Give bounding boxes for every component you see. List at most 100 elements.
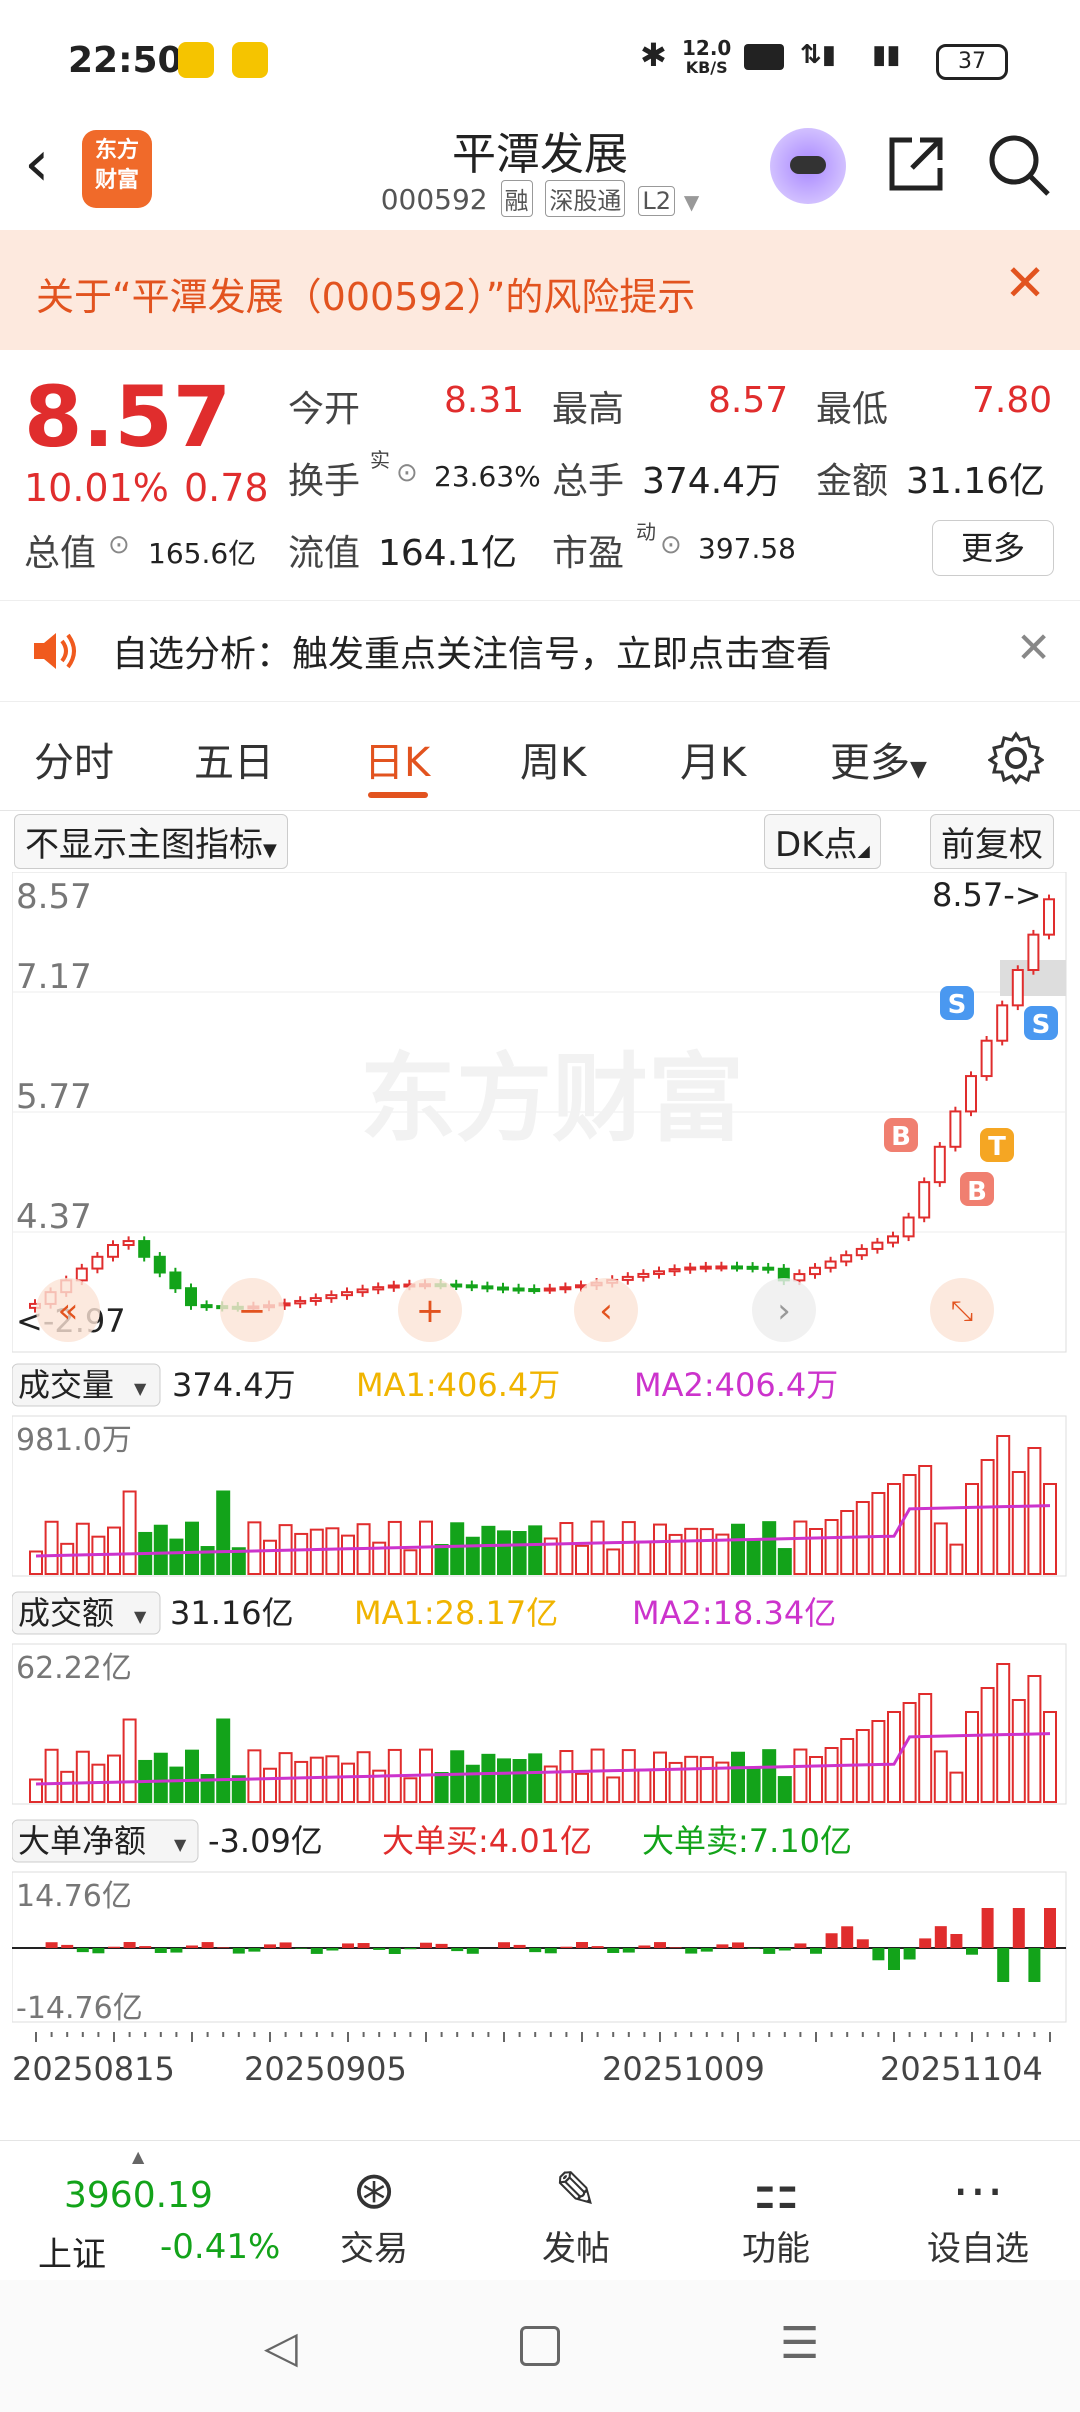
grid-icon: ⚏ [752,2161,800,2221]
tab-weekly-k[interactable]: 周K [520,730,586,788]
gear-icon[interactable] [988,730,1044,786]
tab-monthly-k[interactable]: 月K [680,730,746,788]
volume-bar [746,1540,761,1575]
share-icon[interactable] [884,132,948,196]
candle-body [621,1275,634,1281]
network-speed-value: 12.0 [682,36,732,60]
network-speed: 12.0 KB/S [682,38,731,78]
signal-notice[interactable]: 自选分析：触发重点关注信号，立即点击查看 ✕ [0,600,1080,702]
volume-bar [528,1525,543,1576]
nav-add-watchlist[interactable]: ⋯ 设自选 [918,2161,1038,2270]
more-circle-icon: ⋯ [952,2161,1004,2221]
info-icon[interactable]: ⊙ [108,530,130,560]
volume-bar [247,1749,262,1804]
volume-bar [699,1528,714,1575]
expand-arrow-icon[interactable]: ▲ [132,2147,144,2166]
indicator-bar: 不显示主图指标▼ DK点◢ 前复权 [0,810,1080,870]
candle-body [341,1291,353,1297]
svg-text:S: S [1032,1010,1051,1040]
nav-post[interactable]: ✎ 发帖 [516,2161,636,2270]
volume-bar [107,1754,121,1803]
current-price: 8.57 [24,368,232,466]
search-icon[interactable] [986,132,1052,198]
volume-bar [949,1543,964,1575]
y-label-2: 7.17 [16,957,92,997]
volume-bar [216,1490,231,1575]
price-adjust-button[interactable]: 前复权 [930,814,1054,869]
volume-label: 总手 [552,461,625,502]
tab-five-day[interactable]: 五日 [194,730,274,788]
info-icon[interactable]: ⊙ [660,530,682,560]
close-icon[interactable]: ✕ [1004,254,1046,312]
nav-function[interactable]: ⚏ 功能 [716,2161,836,2270]
nav-back-icon[interactable]: ◁ [264,2322,298,2373]
network-speed-unit: KB/S [685,58,728,77]
info-icon[interactable]: ⊙ [396,458,418,488]
quote-panel: 8.57 10.01% 0.78 今开 8.31 最高 8.57 最低 7.80… [0,350,1080,600]
flow-bar [591,1946,604,1948]
nav-home-icon[interactable] [520,2326,560,2366]
volume-bar [965,1711,979,1803]
flow-bar [154,1948,167,1953]
date-label-3: 20251009 [602,2050,765,2088]
svg-text:B: B [891,1122,911,1152]
candle-body [871,1241,884,1250]
flow-bar [638,1945,651,1948]
period-tabs: 分时 五日 日K 周K 月K 更多▼ [0,700,1080,811]
flow-bar [326,1948,339,1951]
index-change: -0.41% [160,2227,281,2267]
close-icon[interactable]: ✕ [1016,623,1051,672]
main-indicator-select[interactable]: 不显示主图指标▼ [14,814,288,869]
candle-body [169,1271,182,1290]
candle-body [512,1287,525,1292]
volume-bar [169,1766,184,1803]
status-time: 22:50 [68,40,183,81]
flow-bar [342,1943,354,1948]
turnover-value: 23.63% [434,460,541,493]
volume-max: 981.0万 [16,1423,132,1458]
battery-level: 37 [958,49,986,74]
dropdown-arrow-icon: ▼ [683,190,700,214]
flow-bar [186,1945,198,1948]
amount-max: 62.22亿 [16,1651,132,1686]
high-label: 最高 [552,389,625,430]
flow-bar [451,1948,464,1952]
tab-more[interactable]: 更多▼ [830,730,927,788]
dk-point-button[interactable]: DK点◢ [764,814,881,869]
tab-intraday[interactable]: 分时 [34,730,114,788]
volume-ma1: MA1:406.4万 [356,1366,560,1404]
volume-bar [996,1663,1011,1803]
candle-body [185,1287,197,1307]
meituan-notification-icon [232,42,268,78]
kline-chart[interactable]: 东方财富 8.57 7.17 5.77 4.37 8.57-> <-2.97 B… [12,872,1068,2122]
flow-bar [357,1943,370,1948]
candle-body [450,1283,463,1288]
svg-text:«: « [58,1291,79,1331]
nav-menu-icon[interactable]: ☰ [780,2318,819,2369]
candle-body [122,1240,135,1247]
volume-bar [699,1756,714,1803]
flow-bar [279,1942,292,1948]
nav-trade[interactable]: ⊛ 交易 [314,2161,434,2270]
flow-bar [903,1948,916,1960]
volume-bar [918,1465,933,1575]
ai-assistant-icon[interactable] [770,128,846,204]
volume-bar [169,1538,184,1575]
flow-bar [498,1942,510,1948]
candle-body [793,1273,806,1282]
tab-daily-k[interactable]: 日K [364,730,430,788]
risk-banner[interactable]: 关于“平潭发展（000592）”的风险提示 ✕ [0,230,1080,350]
flow-bar [420,1942,432,1948]
flow-bar [700,1948,713,1952]
dropdown-arrow-icon: ▼ [263,840,277,861]
flow-bar [108,1946,120,1948]
candle-body [465,1284,478,1289]
volume-bar [434,1544,449,1576]
more-button[interactable]: 更多 [932,520,1054,576]
float-value: 164.1亿 [378,533,518,574]
flow-bar [388,1948,401,1954]
flow-bar [981,1908,994,1948]
volume-bar [824,1519,839,1575]
amount-ma2: MA2:18.34亿 [632,1594,836,1632]
index-value[interactable]: 3960.19 [64,2175,213,2216]
